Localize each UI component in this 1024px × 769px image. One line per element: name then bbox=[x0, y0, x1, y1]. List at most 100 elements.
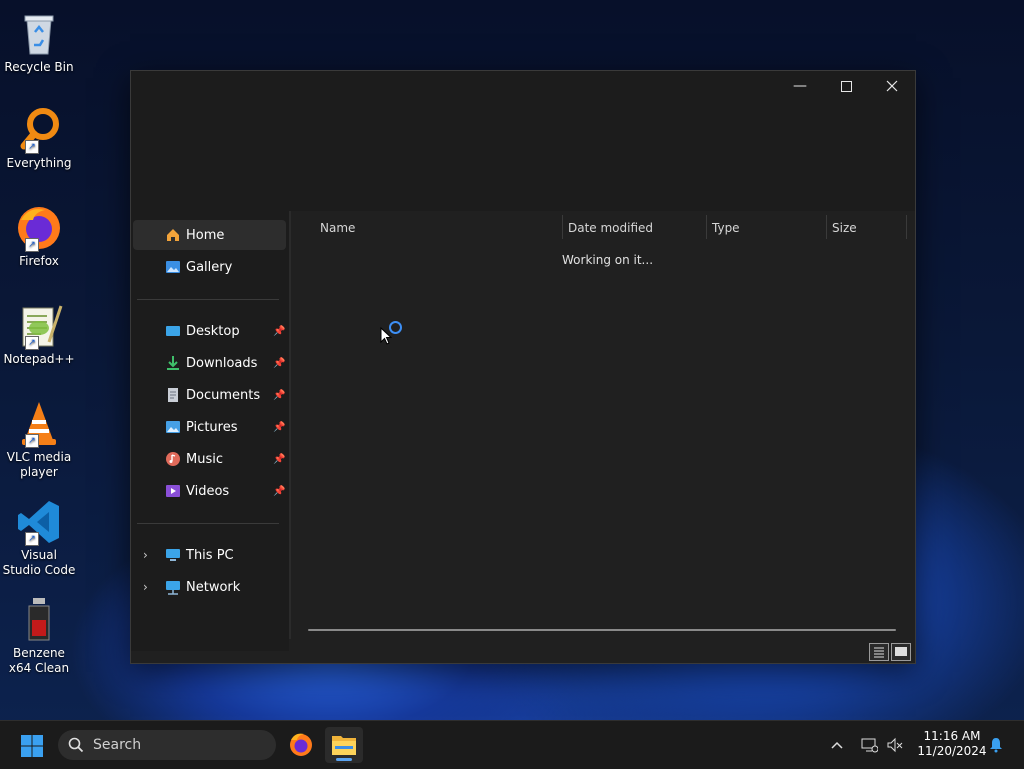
column-header-label: Name bbox=[320, 221, 356, 235]
loading-status-text: Working on it... bbox=[562, 253, 654, 267]
pictures-icon bbox=[166, 421, 180, 433]
clock-time: 11:16 AM bbox=[923, 729, 981, 743]
shortcut-arrow-icon: ↗ bbox=[25, 336, 39, 350]
desktop-icon-vscode[interactable]: ↗ Visual Studio Code bbox=[2, 498, 76, 578]
volume-button[interactable] bbox=[886, 721, 904, 769]
details-view-icon bbox=[874, 647, 884, 658]
taskbar-app-firefox[interactable] bbox=[282, 727, 320, 763]
pin-icon: 📌 bbox=[273, 453, 286, 465]
nav-item-this-pc[interactable]: › This PC bbox=[133, 540, 286, 570]
nav-item-documents[interactable]: Documents 📌 bbox=[133, 380, 286, 410]
column-separator[interactable] bbox=[906, 215, 907, 239]
clock-date: 11/20/2024 bbox=[917, 744, 987, 758]
benzene-icon bbox=[15, 596, 63, 644]
taskbar-clock[interactable]: 11:16 AM 11/20/2024 bbox=[912, 729, 992, 759]
details-view-button[interactable] bbox=[869, 643, 889, 661]
nav-item-label: This PC bbox=[186, 547, 234, 563]
desktop-icon-everything[interactable]: ↗ Everything bbox=[2, 106, 76, 171]
active-app-indicator bbox=[336, 758, 352, 761]
minimize-button[interactable]: — bbox=[777, 71, 823, 101]
pin-icon: 📌 bbox=[273, 357, 286, 369]
desktop-icon-notepad-plus-plus[interactable]: ↗ Notepad++ bbox=[2, 302, 76, 367]
network-status-icon bbox=[861, 738, 878, 753]
nav-item-downloads[interactable]: Downloads 📌 bbox=[133, 348, 286, 378]
vlc-icon: ↗ bbox=[15, 400, 63, 448]
notifications-button[interactable] bbox=[988, 721, 1004, 769]
chevron-right-icon[interactable]: › bbox=[143, 580, 148, 594]
nav-item-label: Network bbox=[186, 579, 241, 595]
windows-logo-icon bbox=[21, 735, 43, 757]
notepad-plus-plus-icon: ↗ bbox=[15, 302, 63, 350]
nav-divider bbox=[137, 299, 279, 300]
pin-icon: 📌 bbox=[273, 485, 286, 497]
everything-search-icon: ↗ bbox=[15, 106, 63, 154]
file-explorer-window: — Home Gallery Desktop 📌 Downloads 📌 Doc… bbox=[130, 70, 916, 664]
pin-icon: 📌 bbox=[273, 421, 286, 433]
maximize-icon bbox=[840, 80, 852, 92]
column-separator[interactable] bbox=[562, 215, 563, 239]
close-button[interactable] bbox=[869, 71, 915, 101]
music-icon bbox=[166, 452, 180, 466]
column-header-size[interactable]: Size bbox=[832, 215, 904, 241]
network-icon bbox=[166, 581, 180, 595]
desktop-icon-label: Recycle Bin bbox=[4, 60, 74, 74]
desktop-icon-benzene[interactable]: Benzene x64 Clean bbox=[2, 596, 76, 676]
column-header-date-modified[interactable]: Date modified bbox=[568, 215, 704, 241]
column-header-label: Date modified bbox=[568, 221, 654, 235]
nav-item-label: Desktop bbox=[186, 323, 240, 339]
column-header-label: Type bbox=[712, 221, 740, 235]
bell-icon bbox=[990, 738, 1002, 753]
shortcut-arrow-icon: ↗ bbox=[25, 434, 39, 448]
large-icons-view-icon bbox=[895, 647, 907, 656]
recycle-bin-icon bbox=[15, 10, 63, 58]
nav-item-home[interactable]: Home bbox=[133, 220, 286, 250]
desktop-icon-label: Everything bbox=[6, 156, 72, 170]
downloads-icon bbox=[167, 356, 179, 370]
taskbar-search-box[interactable]: Search bbox=[58, 730, 276, 760]
shortcut-arrow-icon: ↗ bbox=[25, 238, 39, 252]
search-box-label: Search bbox=[93, 737, 142, 753]
desktop-icon-label: Firefox bbox=[19, 254, 59, 268]
column-header-name[interactable]: Name bbox=[320, 215, 560, 241]
nav-divider bbox=[137, 523, 279, 524]
this-pc-icon bbox=[166, 549, 180, 561]
nav-item-desktop[interactable]: Desktop 📌 bbox=[133, 316, 286, 346]
gallery-icon bbox=[166, 261, 180, 273]
nav-item-network[interactable]: › Network bbox=[133, 572, 286, 602]
show-hidden-icons-button[interactable] bbox=[830, 721, 844, 769]
chevron-up-icon bbox=[831, 741, 843, 749]
mouse-cursor-icon bbox=[380, 327, 392, 345]
desktop-icon-label: Visual Studio Code bbox=[2, 548, 76, 577]
desktop-folder-icon bbox=[166, 326, 180, 336]
start-button[interactable] bbox=[20, 734, 44, 758]
maximize-button[interactable] bbox=[823, 71, 869, 101]
home-icon bbox=[167, 229, 179, 241]
horizontal-scrollbar[interactable] bbox=[308, 629, 896, 631]
navigation-pane: Home Gallery Desktop 📌 Downloads 📌 Docum… bbox=[131, 211, 289, 651]
shortcut-arrow-icon: ↗ bbox=[25, 140, 39, 154]
nav-item-label: Pictures bbox=[186, 419, 238, 435]
minimize-icon: — bbox=[793, 78, 807, 94]
desktop-icon-recycle-bin[interactable]: Recycle Bin bbox=[2, 10, 76, 75]
vscode-icon: ↗ bbox=[15, 498, 63, 546]
desktop-icon-firefox[interactable]: ↗ Firefox bbox=[2, 204, 76, 269]
nav-item-videos[interactable]: Videos 📌 bbox=[133, 476, 286, 506]
column-separator[interactable] bbox=[706, 215, 707, 239]
column-header-label: Size bbox=[832, 221, 857, 235]
close-icon bbox=[886, 80, 898, 92]
nav-item-label: Documents bbox=[186, 387, 261, 403]
chevron-right-icon[interactable]: › bbox=[143, 548, 148, 562]
column-separator[interactable] bbox=[826, 215, 827, 239]
column-header-type[interactable]: Type bbox=[712, 215, 824, 241]
shortcut-arrow-icon: ↗ bbox=[25, 532, 39, 546]
taskbar-app-file-explorer[interactable] bbox=[325, 727, 363, 763]
network-status-button[interactable] bbox=[860, 721, 878, 769]
nav-item-music[interactable]: Music 📌 bbox=[133, 444, 286, 474]
desktop-icon-label: Notepad++ bbox=[3, 352, 75, 366]
nav-item-gallery[interactable]: Gallery bbox=[133, 252, 286, 282]
desktop-icon-vlc[interactable]: ↗ VLC media player bbox=[2, 400, 76, 480]
nav-item-pictures[interactable]: Pictures 📌 bbox=[133, 412, 286, 442]
large-icons-view-button[interactable] bbox=[891, 643, 911, 661]
title-bar: — bbox=[131, 71, 915, 211]
firefox-icon: ↗ bbox=[15, 204, 63, 252]
